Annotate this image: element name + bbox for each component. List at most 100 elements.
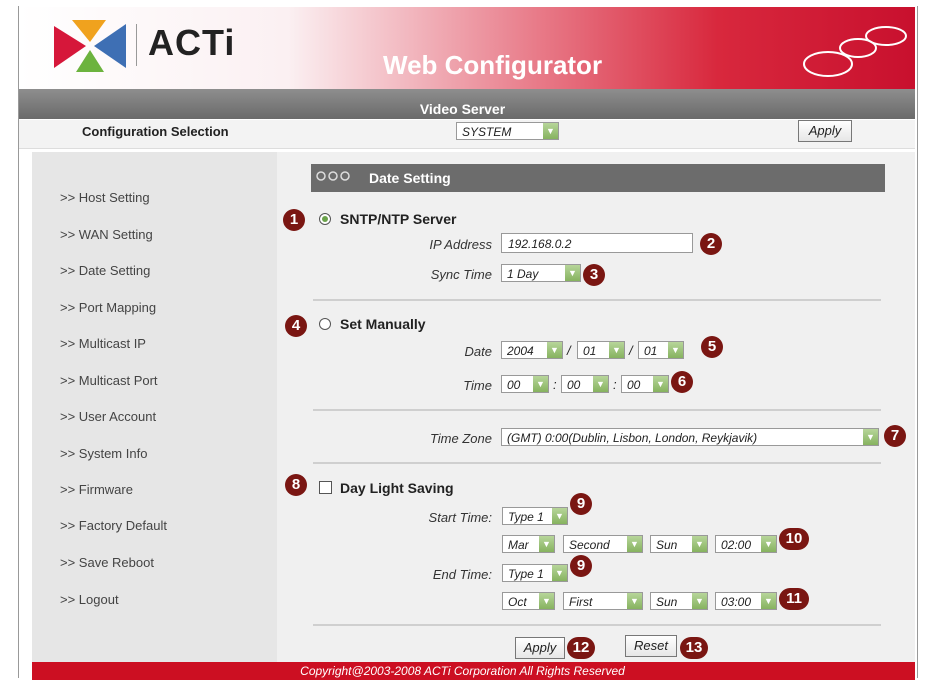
end-week-value: First	[569, 595, 593, 609]
header-title: Web Configurator	[383, 50, 603, 80]
start-month-value: Mar	[508, 538, 529, 552]
chevron-down-icon: ▼	[692, 593, 707, 609]
date-separator: /	[567, 343, 571, 358]
chevron-down-icon: ▼	[539, 536, 554, 552]
divider	[313, 624, 881, 626]
end-time-label: End Time:	[432, 567, 492, 582]
minute-select[interactable]: 00 ▼	[561, 375, 609, 393]
chevron-down-icon: ▼	[761, 593, 776, 609]
chevron-down-icon: ▼	[552, 565, 567, 581]
year-value: 2004	[507, 344, 534, 358]
divider	[313, 299, 881, 301]
sidebar-item-system-info[interactable]: >> System Info	[60, 446, 147, 461]
chevron-down-icon: ▼	[609, 342, 624, 358]
chevron-down-icon: ▼	[593, 376, 608, 392]
footer-copyright: Copyright@2003-2008 ACTi Corporation All…	[300, 664, 625, 678]
acti-logo-icon	[54, 20, 126, 72]
callout-badge: 8	[285, 474, 307, 496]
callout-badge: 2	[700, 233, 722, 255]
chevron-down-icon: ▼	[692, 536, 707, 552]
sidebar-item-logout[interactable]: >> Logout	[60, 592, 119, 607]
callout-badge: 5	[701, 336, 723, 358]
sidebar-item-host-setting[interactable]: >> Host Setting	[60, 190, 150, 205]
start-type-select[interactable]: Type 1 ▼	[502, 507, 568, 525]
callout-badge: 13	[680, 637, 708, 659]
end-month-value: Oct	[508, 595, 527, 609]
end-type-select[interactable]: Type 1 ▼	[502, 564, 568, 582]
start-time-select[interactable]: 02:00 ▼	[715, 535, 777, 553]
hour-value: 00	[507, 378, 521, 392]
sidebar-item-user-account[interactable]: >> User Account	[60, 409, 156, 424]
ip-address-label: IP Address	[429, 237, 492, 252]
sntp-label: SNTP/NTP Server	[340, 211, 457, 227]
config-apply-button[interactable]: Apply	[798, 120, 852, 142]
start-day-value: Sun	[656, 538, 678, 552]
end-week-select[interactable]: First ▼	[563, 592, 643, 610]
chevron-down-icon: ▼	[543, 123, 558, 139]
sidebar-item-port-mapping[interactable]: >> Port Mapping	[60, 300, 156, 315]
callout-badge: 9	[570, 555, 592, 577]
sidebar-item-factory-default[interactable]: >> Factory Default	[60, 518, 167, 533]
manual-radio[interactable]	[319, 318, 331, 330]
config-selection-select[interactable]: SYSTEM ▼	[456, 122, 559, 140]
sidebar-item-multicast-ip[interactable]: >> Multicast IP	[60, 336, 146, 351]
chevron-down-icon: ▼	[668, 342, 683, 358]
callout-badge: 10	[779, 528, 809, 550]
end-time-select[interactable]: 03:00 ▼	[715, 592, 777, 610]
time-zone-value: (GMT) 0:00(Dublin, Lisbon, London, Reykj…	[507, 431, 758, 445]
chevron-down-icon: ▼	[863, 429, 878, 445]
divider	[313, 409, 881, 411]
end-month-select[interactable]: Oct ▼	[502, 592, 555, 610]
ip-address-field[interactable]: 192.168.0.2	[501, 233, 693, 253]
end-time-value: 03:00	[721, 595, 752, 609]
time-separator: :	[553, 377, 557, 392]
chevron-down-icon: ▼	[565, 265, 580, 281]
dst-label: Day Light Saving	[340, 480, 454, 496]
time-zone-select[interactable]: (GMT) 0:00(Dublin, Lisbon, London, Reykj…	[501, 428, 879, 446]
start-day-select[interactable]: Sun ▼	[650, 535, 708, 553]
manual-label: Set Manually	[340, 316, 426, 332]
month-select[interactable]: 01 ▼	[577, 341, 625, 359]
callout-badge: 4	[285, 315, 307, 337]
date-label: Date	[464, 344, 492, 359]
divider	[313, 462, 881, 464]
start-week-value: Second	[569, 538, 610, 552]
logo-text: ACTi	[148, 22, 236, 63]
content-area	[277, 152, 915, 664]
dst-checkbox[interactable]	[319, 481, 332, 494]
chain-icon	[316, 171, 350, 181]
reset-button[interactable]: Reset	[625, 635, 677, 657]
chevron-down-icon: ▼	[547, 342, 562, 358]
sntp-radio[interactable]	[319, 213, 331, 225]
chevron-down-icon: ▼	[627, 536, 642, 552]
second-select[interactable]: 00 ▼	[621, 375, 669, 393]
callout-badge: 7	[884, 425, 906, 447]
time-zone-label: Time Zone	[429, 431, 492, 446]
callout-badge: 3	[583, 264, 605, 286]
end-day-select[interactable]: Sun ▼	[650, 592, 708, 610]
callout-badge: 12	[567, 637, 595, 659]
sidebar-item-date-setting[interactable]: >> Date Setting	[60, 263, 150, 278]
chevron-down-icon: ▼	[653, 376, 668, 392]
sync-time-label: Sync Time	[430, 267, 492, 282]
start-time-value: 02:00	[721, 538, 752, 552]
sidebar-item-multicast-port[interactable]: >> Multicast Port	[60, 373, 158, 388]
sync-time-value: 1 Day	[507, 267, 539, 281]
minute-value: 00	[567, 378, 581, 392]
time-label: Time	[463, 378, 492, 393]
day-value: 01	[644, 344, 658, 358]
start-week-select[interactable]: Second ▼	[563, 535, 643, 553]
hour-select[interactable]: 00 ▼	[501, 375, 549, 393]
end-day-value: Sun	[656, 595, 678, 609]
apply-button[interactable]: Apply	[515, 637, 565, 659]
config-selection-value: SYSTEM	[462, 125, 512, 139]
sidebar-item-save-reboot[interactable]: >> Save Reboot	[60, 555, 154, 570]
sync-time-select[interactable]: 1 Day ▼	[501, 264, 581, 282]
sidebar-item-firmware[interactable]: >> Firmware	[60, 482, 133, 497]
start-month-select[interactable]: Mar ▼	[502, 535, 555, 553]
config-selection-label: Configuration Selection	[82, 124, 229, 139]
day-select[interactable]: 01 ▼	[638, 341, 684, 359]
chevron-down-icon: ▼	[539, 593, 554, 609]
sidebar-item-wan-setting[interactable]: >> WAN Setting	[60, 227, 153, 242]
year-select[interactable]: 2004 ▼	[501, 341, 563, 359]
